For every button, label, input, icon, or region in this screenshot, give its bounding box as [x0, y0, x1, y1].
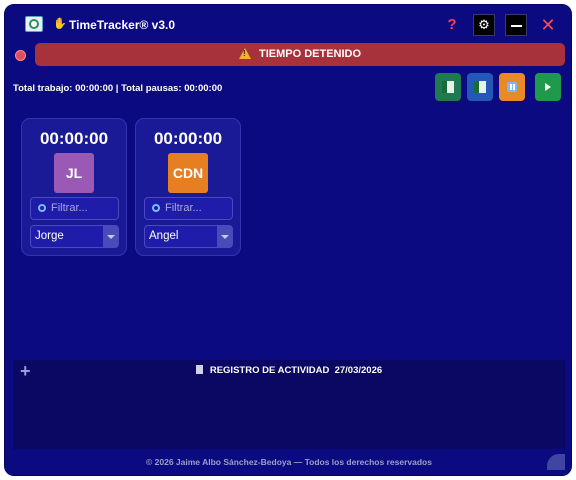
app-logo-icon — [25, 16, 43, 32]
filter-input[interactable]: Filtrar... — [144, 197, 233, 220]
activity-log-header: REGISTRO DE ACTIVIDAD 27/03/2026 + — [13, 360, 565, 382]
worker-timer: 00:00:00 — [153, 129, 223, 148]
warning-icon — [238, 48, 251, 59]
worker-timer: 00:00:00 — [39, 129, 109, 148]
excel-icon — [474, 81, 486, 93]
filter-placeholder: Filtrar... — [51, 202, 88, 214]
add-button[interactable]: + — [20, 360, 31, 382]
minimize-button[interactable] — [505, 14, 527, 36]
status-banner: TIEMPO DETENIDO — [35, 43, 565, 66]
worker-select-value: Angel — [149, 230, 179, 242]
play-button[interactable] — [535, 73, 561, 101]
worker-card: 00:00:00 JL Filtrar... Jorge — [21, 118, 127, 256]
status-text: TIEMPO DETENIDO — [258, 48, 362, 60]
title-bar[interactable]: ✋ TimeTracker® v3.0 ? ⚙ ✕ — [5, 5, 571, 45]
avatar[interactable]: CDN — [168, 153, 208, 193]
worker-card: 00:00:00 CDN Filtrar... Angel — [135, 118, 241, 256]
settings-button[interactable]: ⚙ — [473, 14, 495, 36]
app-title: TimeTracker® v3.0 — [69, 18, 176, 32]
status-indicator-dot — [15, 50, 26, 61]
pause-icon — [507, 82, 517, 92]
app-window: ✋ TimeTracker® v3.0 ? ⚙ ✕ TIEMPO DETENID… — [4, 4, 572, 476]
hand-icon: ✋ — [53, 18, 67, 30]
excel-icon — [442, 81, 454, 93]
search-icon — [38, 204, 46, 212]
worker-select[interactable]: Angel — [144, 225, 233, 248]
footer-copyright: © 2026 Jaime Albo Sánchez-Bedoya — Todos… — [146, 457, 432, 467]
activity-log-title: REGISTRO DE ACTIVIDAD 27/03/2026 — [13, 360, 565, 382]
help-button[interactable]: ? — [443, 15, 461, 35]
totals-summary: Total trabajo: 00:00:00 | Total pausas: … — [13, 83, 223, 94]
activity-log-list[interactable] — [13, 382, 565, 449]
worker-select-value: Jorge — [35, 230, 64, 242]
close-button[interactable]: ✕ — [537, 15, 559, 35]
search-icon — [152, 204, 160, 212]
excel-export-alt-button[interactable] — [467, 73, 493, 101]
resize-grip[interactable] — [547, 454, 565, 470]
play-icon — [545, 83, 551, 91]
gear-icon: ⚙ — [478, 17, 490, 32]
filter-placeholder: Filtrar... — [165, 202, 202, 214]
chevron-down-icon[interactable] — [103, 226, 118, 247]
clipboard-icon — [195, 365, 203, 374]
activity-log-label: REGISTRO DE ACTIVIDAD — [209, 365, 330, 376]
activity-log-date: 27/03/2026 — [334, 365, 383, 376]
excel-export-button[interactable] — [435, 73, 461, 101]
avatar[interactable]: JL — [54, 153, 94, 193]
filter-input[interactable]: Filtrar... — [30, 197, 119, 220]
pause-button[interactable] — [499, 73, 525, 101]
minimize-icon — [511, 25, 522, 27]
worker-select[interactable]: Jorge — [30, 225, 119, 248]
chevron-down-icon[interactable] — [217, 226, 232, 247]
